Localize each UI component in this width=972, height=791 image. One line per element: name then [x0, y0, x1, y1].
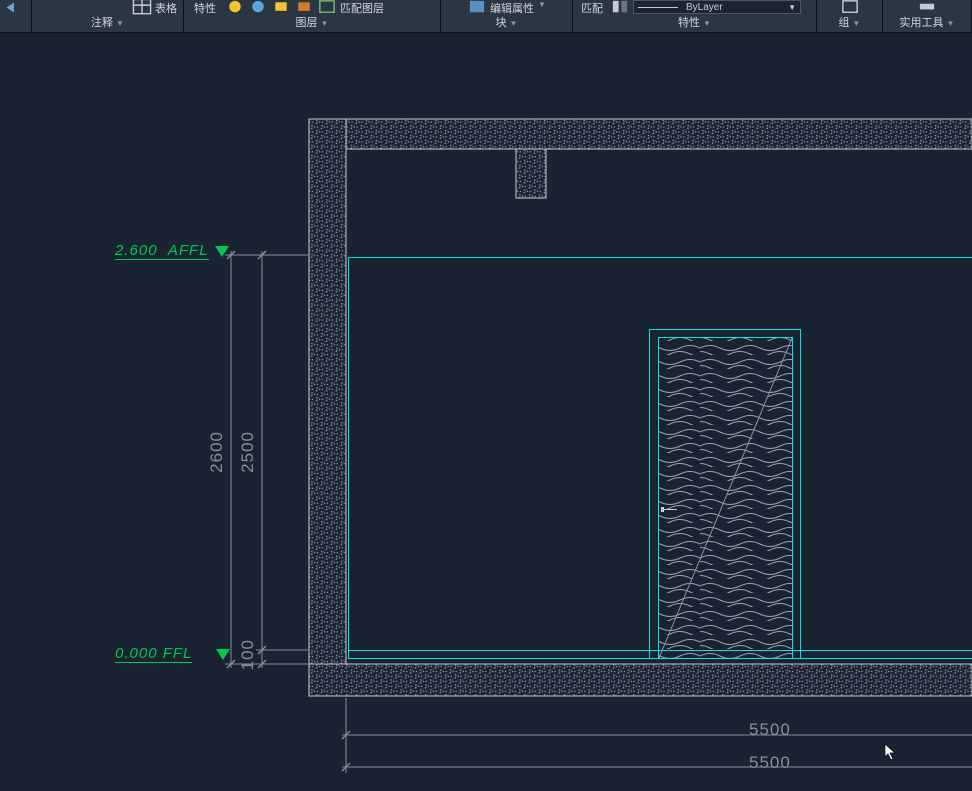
dim-2500: 2500	[238, 431, 258, 473]
table-icon[interactable]	[132, 0, 152, 14]
panel-title-utilities[interactable]: 实用工具	[900, 15, 944, 32]
ribbon-panel-utilities: 实用工具▼	[883, 0, 972, 32]
chevron-down-icon[interactable]: ▼	[321, 15, 329, 32]
panel-title-layers[interactable]: 图层	[296, 15, 318, 32]
match-label[interactable]: 匹配	[581, 0, 603, 15]
dim-2600: 2600	[207, 431, 227, 473]
linetype-select[interactable]: ByLayer ▼	[633, 0, 801, 14]
drawing-canvas[interactable]: 2.600 AFFL 0.000 FFL 2600 2500 100 5500 …	[0, 33, 972, 791]
group-icon[interactable]	[840, 0, 860, 14]
panel-title-properties[interactable]: 特性	[678, 15, 700, 32]
layer-props-label[interactable]: 特性	[194, 0, 216, 15]
triangle-down-icon	[215, 246, 229, 257]
chevron-down-icon[interactable]: ▼	[538, 0, 546, 9]
linetype-value: ByLayer	[686, 2, 723, 13]
panel-title-block[interactable]: 块	[496, 15, 507, 32]
layer-match-icon[interactable]	[317, 0, 337, 14]
dim-5500-a: 5500	[749, 720, 791, 740]
chevron-down-icon[interactable]: ▼	[788, 3, 796, 12]
triangle-down-icon	[216, 649, 230, 660]
layer-match-label: 匹配图层	[340, 0, 384, 15]
measure-icon[interactable]	[917, 0, 937, 14]
door-handle	[661, 507, 677, 512]
edit-attr-label[interactable]: 编辑属性	[490, 0, 534, 15]
ribbon-panel-group: 组▼	[817, 0, 883, 32]
undo-icon[interactable]	[4, 0, 24, 14]
chevron-down-icon[interactable]: ▼	[853, 15, 861, 32]
ribbon-panel-history	[0, 0, 32, 32]
ribbon-panel-block: 编辑属性 ▼ 块▼	[441, 0, 573, 32]
wall-hatch	[0, 33, 972, 791]
dim-100: 100	[238, 639, 258, 670]
door-leaf	[658, 337, 793, 659]
edit-attr-icon[interactable]	[467, 0, 487, 14]
layer-icon-1[interactable]	[225, 0, 245, 14]
panel-title-annotate[interactable]: 注释	[91, 15, 113, 32]
layer-icon-2[interactable]	[248, 0, 268, 14]
layer-icon-3[interactable]	[271, 0, 291, 14]
panel-title-group[interactable]: 组	[839, 15, 850, 32]
room-wall-line	[348, 257, 349, 659]
room-ceiling-line	[348, 257, 972, 258]
chevron-down-icon[interactable]: ▼	[510, 15, 518, 32]
ribbon-panel-annotate: 表格 注释▼	[32, 0, 184, 32]
chevron-down-icon[interactable]: ▼	[947, 15, 955, 32]
affl-marker: 2.600 AFFL	[115, 242, 229, 260]
table-label: 表格	[155, 0, 177, 15]
ribbon-panel-properties: 匹配 ByLayer ▼ 特性▼	[573, 0, 817, 32]
chevron-down-icon[interactable]: ▼	[116, 15, 124, 32]
ffl-marker: 0.000 FFL	[115, 645, 230, 663]
ribbon: 表格 注释▼ 特性 匹配图层 图层▼ 编辑属性 ▼ 块▼ 匹配 ByLay	[0, 0, 972, 33]
ribbon-panel-layers: 特性 匹配图层 图层▼	[184, 0, 441, 32]
chevron-down-icon[interactable]: ▼	[703, 15, 711, 32]
dim-5500-b: 5500	[749, 753, 791, 773]
match-props-icon[interactable]	[610, 0, 630, 14]
layer-icon-4[interactable]	[294, 0, 314, 14]
